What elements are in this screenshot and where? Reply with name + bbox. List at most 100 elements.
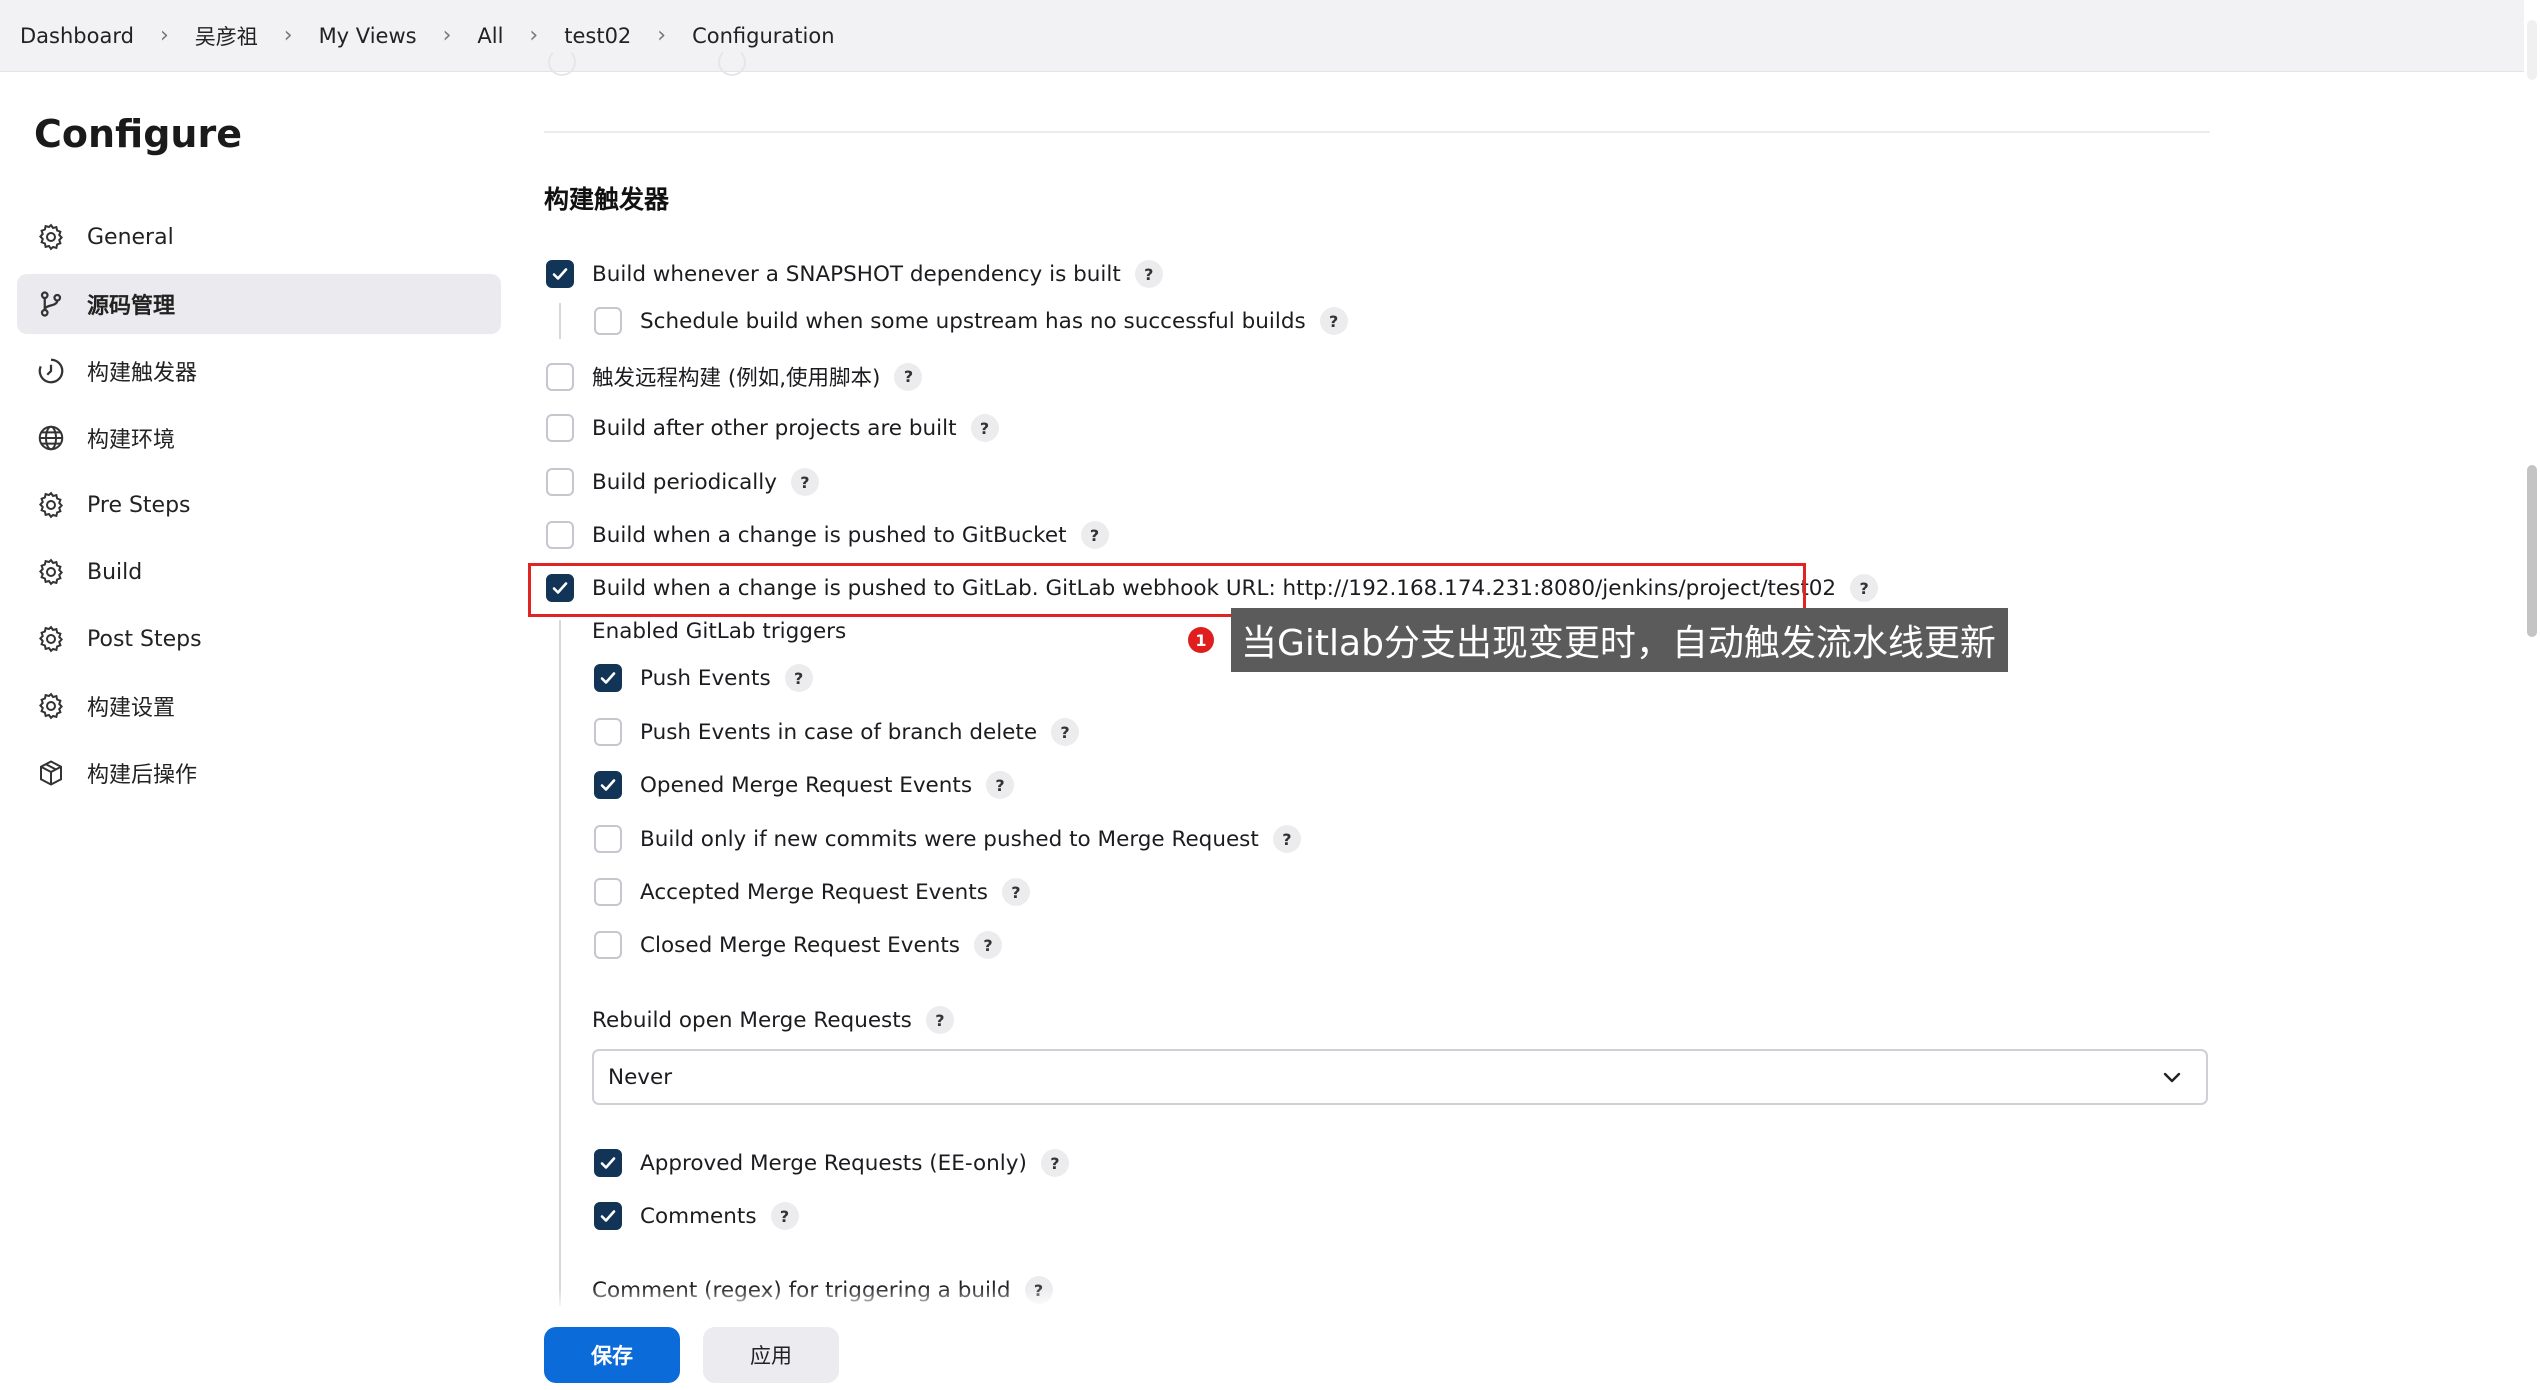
- comment-regex-label-text: Comment (regex) for triggering a build: [592, 1277, 1011, 1303]
- sidebar-item-label: Build: [87, 559, 143, 585]
- checkbox-label: Closed Merge Request Events: [640, 932, 960, 958]
- checkbox[interactable]: [594, 931, 622, 959]
- checkbox[interactable]: [594, 878, 622, 906]
- checkbox[interactable]: [594, 307, 622, 335]
- chevron-right-icon: ›: [529, 23, 539, 48]
- checkbox-label: Approved Merge Requests (EE-only): [640, 1150, 1027, 1176]
- sidebar-item-post-build[interactable]: 构建后操作: [17, 743, 501, 803]
- gear-icon: [35, 623, 67, 655]
- help-icon[interactable]: ?: [1080, 521, 1109, 549]
- checkbox[interactable]: [594, 825, 622, 853]
- nested-indent-line: [559, 303, 561, 339]
- help-icon[interactable]: ?: [790, 468, 819, 496]
- branch-icon: [35, 288, 67, 320]
- help-icon[interactable]: ?: [970, 414, 999, 442]
- checkbox[interactable]: [546, 468, 574, 496]
- checkbox-checked[interactable]: [594, 1202, 622, 1230]
- help-icon[interactable]: ?: [986, 771, 1015, 799]
- sidebar-item-source-code[interactable]: 源码管理: [17, 274, 501, 334]
- chevron-down-icon: [2163, 1072, 2181, 1083]
- help-icon[interactable]: ?: [1024, 1276, 1053, 1304]
- checkbox-checked[interactable]: [546, 260, 574, 288]
- breadcrumb: Dashboard › 吴彦祖 › My Views › All › test0…: [0, 0, 2540, 72]
- checkbox-label: Build when a change is pushed to GitBuck…: [592, 522, 1067, 548]
- help-icon[interactable]: ?: [1001, 878, 1030, 906]
- trigger-after-other-projects[interactable]: Build after other projects are built ?: [546, 414, 999, 442]
- help-icon[interactable]: ?: [1040, 1149, 1069, 1177]
- checkbox-checked[interactable]: [594, 664, 622, 692]
- checkbox-label: Comments: [640, 1203, 757, 1229]
- help-icon[interactable]: ?: [1850, 574, 1879, 602]
- gitlab-new-commits-mr[interactable]: Build only if new commits were pushed to…: [594, 825, 1301, 853]
- sidebar-item-build-environment[interactable]: 构建环境: [17, 408, 501, 468]
- help-icon[interactable]: ?: [784, 664, 813, 692]
- help-icon[interactable]: ?: [1051, 718, 1080, 746]
- checkbox-label: Build only if new commits were pushed to…: [640, 826, 1259, 852]
- gitlab-push-events[interactable]: Push Events ?: [594, 664, 813, 692]
- checkbox-label: Build after other projects are built: [592, 415, 957, 441]
- breadcrumb-all[interactable]: All: [477, 24, 503, 48]
- save-button[interactable]: 保存: [544, 1327, 680, 1383]
- chevron-right-icon: ›: [657, 23, 667, 48]
- rebuild-mr-select[interactable]: Never: [592, 1049, 2208, 1105]
- gitlab-triggers-label: Enabled GitLab triggers: [592, 619, 847, 644]
- rebuild-mr-label: Rebuild open Merge Requests ?: [592, 1006, 954, 1034]
- checkbox[interactable]: [546, 521, 574, 549]
- sidebar-item-label: 构建设置: [87, 696, 176, 721]
- sidebar-item-label: Post Steps: [87, 626, 202, 652]
- gitlab-closed-mr-events[interactable]: Closed Merge Request Events ?: [594, 931, 1002, 959]
- breadcrumb-dashboard[interactable]: Dashboard: [20, 24, 134, 48]
- help-icon[interactable]: ?: [1272, 825, 1301, 853]
- apply-button[interactable]: 应用: [703, 1327, 839, 1383]
- sidebar-item-build[interactable]: Build: [17, 542, 501, 602]
- chevron-right-icon: ›: [442, 23, 452, 48]
- rebuild-mr-label-text: Rebuild open Merge Requests: [592, 1007, 912, 1033]
- scrollbar-thumb[interactable]: [2527, 465, 2537, 637]
- sidebar-item-general[interactable]: General: [17, 207, 501, 267]
- checkbox-checked[interactable]: [594, 1149, 622, 1177]
- section-title: 构建触发器: [544, 185, 670, 214]
- option-comments[interactable]: Comments ?: [594, 1202, 799, 1230]
- gitlab-accepted-mr-events[interactable]: Accepted Merge Request Events ?: [594, 878, 1030, 906]
- sidebar-item-build-settings[interactable]: 构建设置: [17, 676, 501, 736]
- sidebar-item-label: Pre Steps: [87, 492, 191, 518]
- option-approved-mr[interactable]: Approved Merge Requests (EE-only) ?: [594, 1149, 1069, 1177]
- cube-icon: [35, 757, 67, 789]
- help-icon[interactable]: ?: [894, 362, 923, 391]
- trigger-snapshot-dependency[interactable]: Build whenever a SNAPSHOT dependency is …: [546, 260, 1163, 288]
- sidebar-item-build-triggers[interactable]: 构建触发器: [17, 341, 501, 401]
- scrollbar-edge: [2527, 20, 2537, 80]
- checkbox[interactable]: [546, 362, 574, 391]
- sidebar-item-label: General: [87, 224, 174, 250]
- help-icon[interactable]: ?: [770, 1202, 799, 1230]
- sidebar-item-post-steps[interactable]: Post Steps: [17, 609, 501, 669]
- help-icon[interactable]: ?: [973, 931, 1002, 959]
- trigger-remote-build[interactable]: 触发远程构建 (例如,使用脚本) ?: [546, 361, 923, 392]
- trigger-gitbucket[interactable]: Build when a change is pushed to GitBuck…: [546, 521, 1109, 549]
- help-icon[interactable]: ?: [1319, 307, 1348, 335]
- sidebar-item-label: 构建后操作: [87, 763, 198, 788]
- breadcrumb-my-views[interactable]: My Views: [319, 24, 417, 48]
- checkbox-label: Push Events in case of branch delete: [640, 719, 1038, 745]
- sidebar-item-label: 源码管理: [87, 294, 176, 319]
- sidebar-item-label: 构建触发器: [87, 361, 198, 386]
- checkbox[interactable]: [546, 414, 574, 442]
- nested-indent-line: [559, 620, 561, 1306]
- trigger-schedule-upstream[interactable]: Schedule build when some upstream has no…: [594, 307, 1348, 335]
- sidebar-item-pre-steps[interactable]: Pre Steps: [17, 475, 501, 535]
- checkbox[interactable]: [594, 718, 622, 746]
- breadcrumb-job[interactable]: test02: [564, 24, 631, 48]
- checkbox-label: Push Events: [640, 665, 771, 691]
- breadcrumb-user[interactable]: 吴彦祖: [195, 21, 258, 51]
- trigger-periodically[interactable]: Build periodically ?: [546, 468, 819, 496]
- help-icon[interactable]: ?: [925, 1006, 954, 1034]
- gitlab-opened-mr-events[interactable]: Opened Merge Request Events ?: [594, 771, 1015, 799]
- help-icon[interactable]: ?: [1134, 260, 1163, 288]
- scrollbar-track[interactable]: [2524, 0, 2540, 1390]
- section-divider: [544, 131, 2210, 133]
- checkbox-checked[interactable]: [594, 771, 622, 799]
- breadcrumb-configuration[interactable]: Configuration: [692, 24, 834, 48]
- page-title: Configure: [34, 112, 242, 156]
- gitlab-push-branch-delete[interactable]: Push Events in case of branch delete ?: [594, 718, 1080, 746]
- gear-icon: [35, 489, 67, 521]
